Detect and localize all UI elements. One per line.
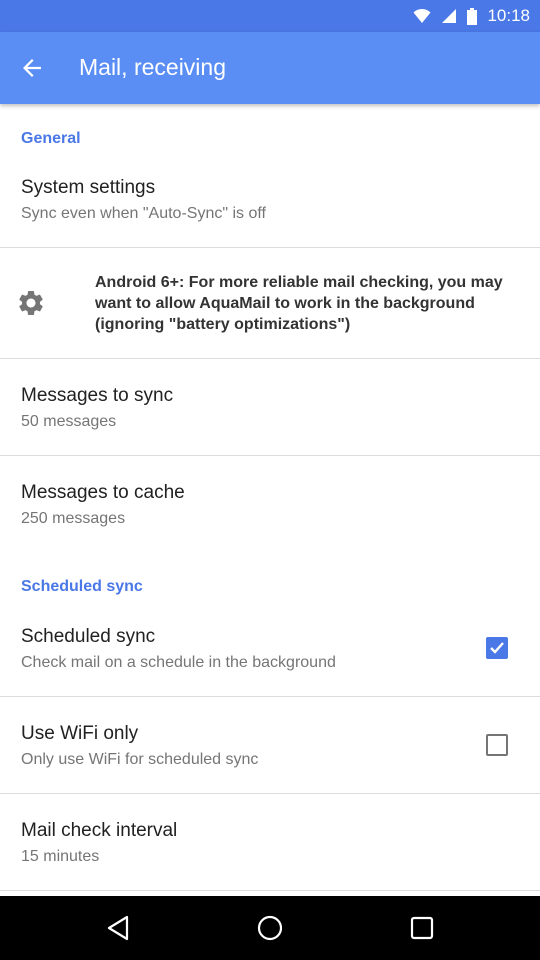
setting-title: Messages to cache (21, 482, 185, 503)
setting-title: Messages to sync (21, 385, 174, 406)
divider (0, 890, 540, 891)
nav-back-icon (107, 915, 129, 941)
page-title: Mail, receiving (79, 54, 226, 80)
section-header-scheduled-sync: Scheduled sync (21, 578, 143, 595)
navigation-bar (0, 896, 540, 960)
signal-icon (442, 9, 457, 23)
arrow-back-icon (23, 59, 41, 77)
wifi-only-checkbox[interactable] (486, 734, 508, 756)
nav-back-button[interactable] (100, 910, 136, 946)
divider (0, 455, 540, 456)
back-button[interactable] (10, 46, 54, 90)
status-bar: 10:18 (0, 0, 540, 32)
check-icon (490, 642, 504, 654)
status-time: 10:18 (487, 6, 530, 25)
gear-icon (19, 291, 43, 315)
nav-recents-button[interactable] (404, 910, 440, 946)
divider (0, 358, 540, 359)
battery-icon (467, 7, 478, 25)
app-bar: Mail, receiving (0, 32, 540, 104)
setting-subtitle: Sync even when "Auto-Sync" is off (21, 205, 266, 222)
nav-home-button[interactable] (252, 910, 288, 946)
setting-subtitle: 15 minutes (21, 848, 100, 865)
setting-title: System settings (21, 177, 156, 198)
setting-subtitle: 50 messages (21, 413, 117, 430)
divider (0, 247, 540, 248)
setting-subtitle: Only use WiFi for scheduled sync (21, 751, 259, 768)
wifi-icon (413, 8, 431, 23)
setting-subtitle: Check mail on a schedule in the backgrou… (21, 654, 336, 671)
setting-title: Use WiFi only (21, 723, 139, 744)
setting-title: Mail check interval (21, 820, 178, 841)
notice-text: Android 6+: For more reliable mail check… (95, 274, 503, 333)
setting-subtitle: 250 messages (21, 510, 126, 527)
nav-home-icon (257, 915, 283, 941)
divider (0, 793, 540, 794)
status-icons: 10:18 (413, 0, 530, 32)
setting-title: Scheduled sync (21, 626, 156, 647)
section-header-general: General (21, 130, 81, 147)
divider (0, 696, 540, 697)
nav-recents-icon (410, 916, 434, 940)
scheduled-sync-checkbox[interactable] (486, 637, 508, 659)
